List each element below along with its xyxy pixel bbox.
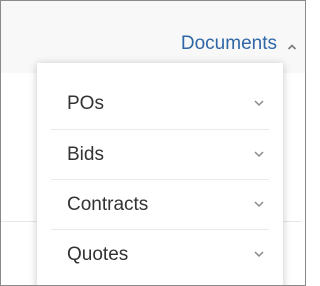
documents-dropdown-menu: POs Bids Contracts Quotes <box>37 63 283 285</box>
chevron-down-icon <box>254 100 264 107</box>
chevron-up-icon <box>287 39 297 50</box>
chevron-down-icon <box>254 201 264 208</box>
dropdown-item-label: Bids <box>67 144 104 165</box>
dropdown-item-contracts[interactable]: Contracts <box>37 180 283 230</box>
dropdown-item-label: POs <box>67 93 104 114</box>
chevron-down-icon <box>254 151 264 158</box>
screenshot-frame: Documents POs Bids Contracts Quotes <box>0 0 306 286</box>
documents-nav-label: Documents <box>180 33 277 54</box>
documents-nav-toggle[interactable]: Documents <box>181 33 297 55</box>
chevron-down-icon <box>254 251 264 258</box>
dropdown-item-label: Quotes <box>67 244 129 265</box>
dropdown-item-label: Contracts <box>67 194 149 215</box>
dropdown-item-pos[interactable]: POs <box>37 79 283 129</box>
dropdown-item-bids[interactable]: Bids <box>37 130 283 180</box>
dropdown-item-quotes[interactable]: Quotes <box>37 230 283 280</box>
